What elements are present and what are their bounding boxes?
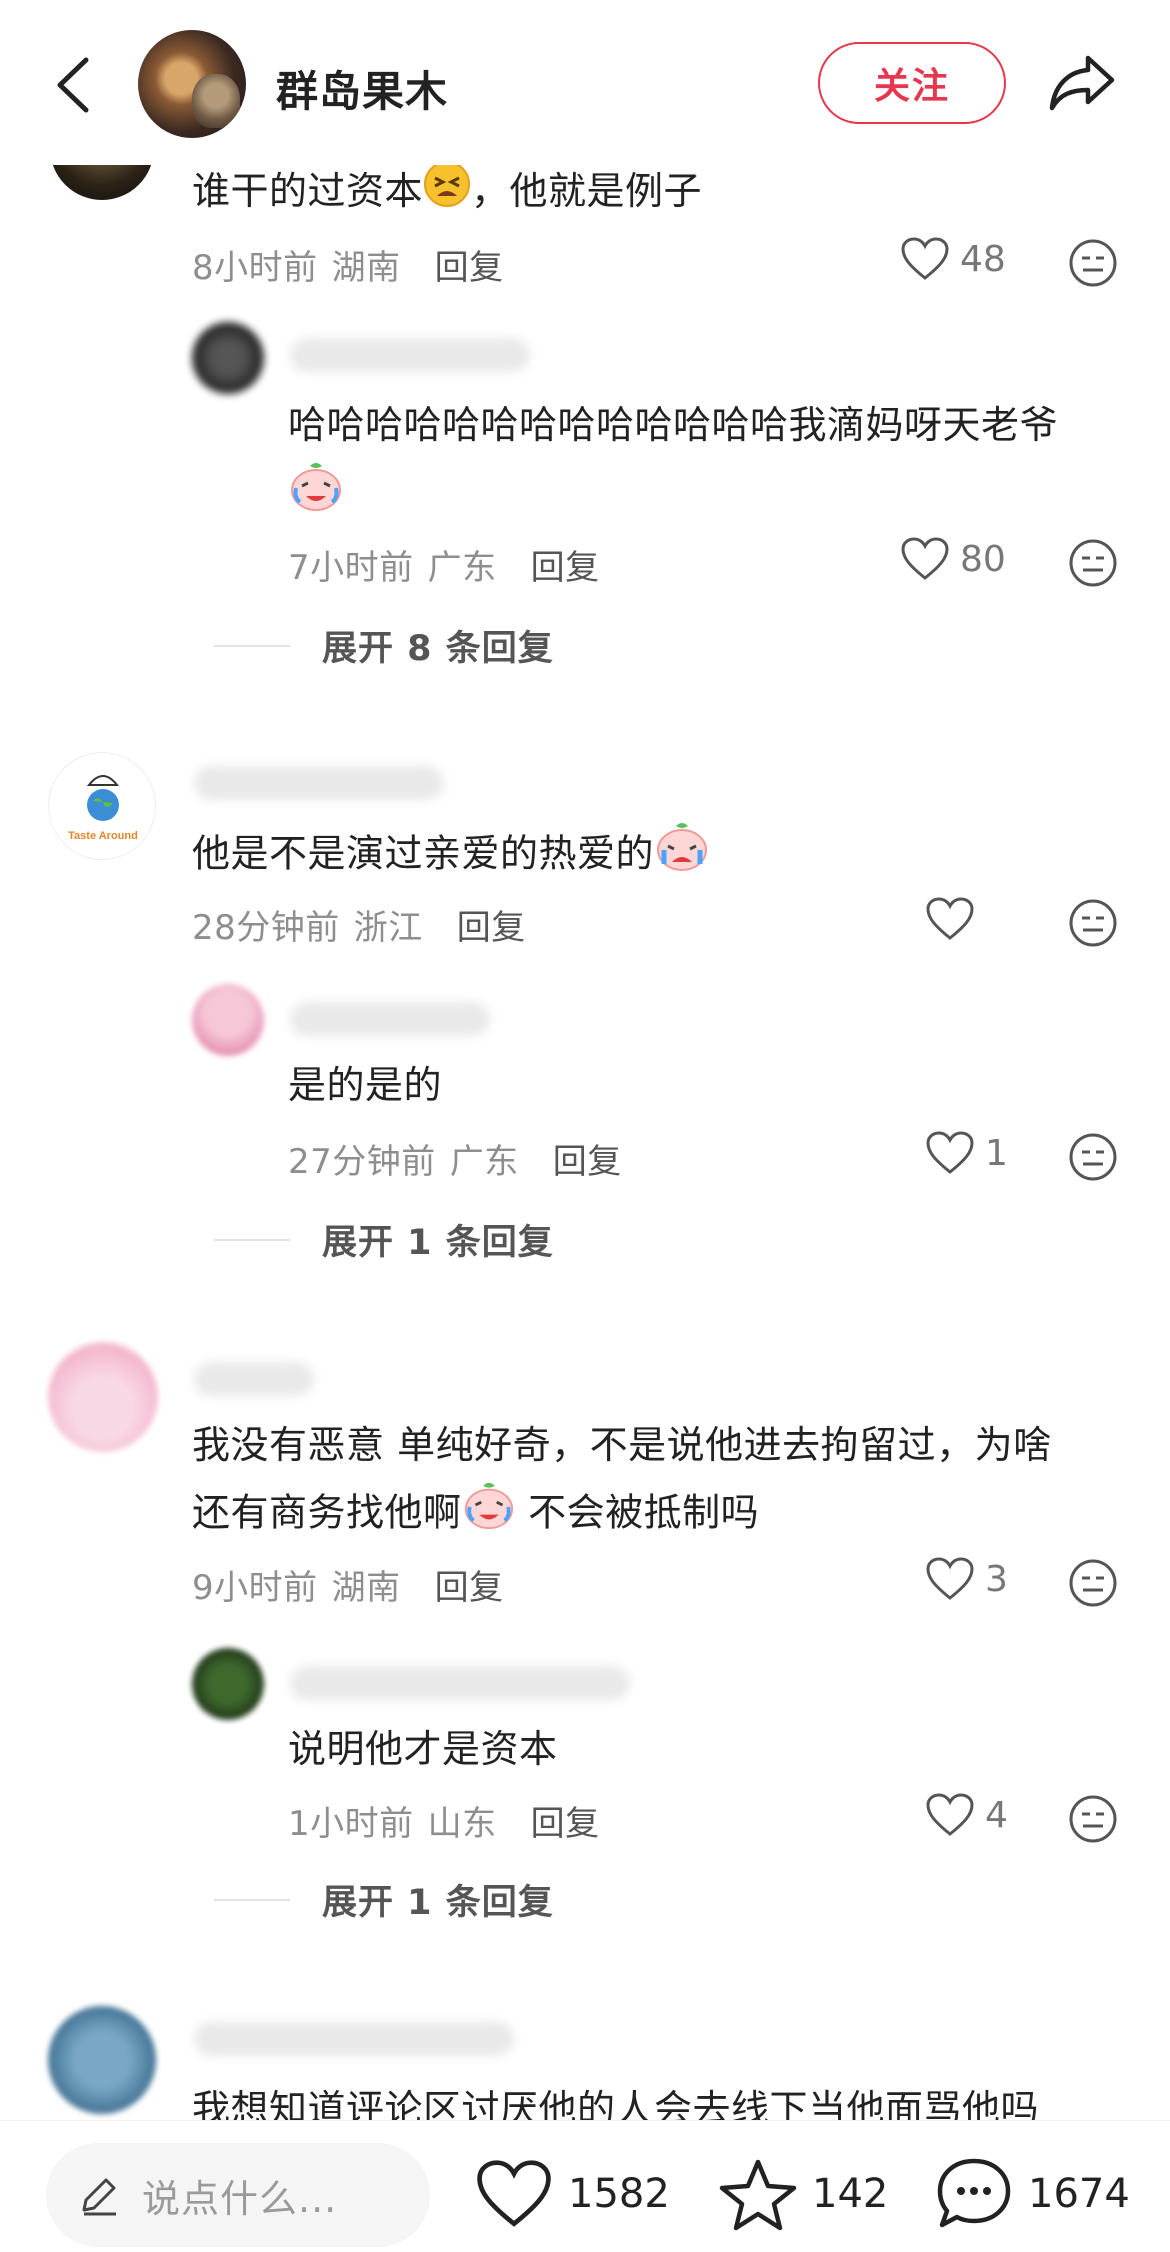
comment-text: 谁干的过资本 ，他就是例子 bbox=[192, 158, 702, 228]
crying-laughing-emoji bbox=[462, 1478, 516, 1552]
reply-button[interactable]: 回复 bbox=[435, 1560, 504, 1609]
reply-location: 山东 bbox=[427, 1804, 497, 1844]
reply-button[interactable]: 回复 bbox=[553, 1134, 622, 1183]
commenter-name-blurred bbox=[194, 2022, 514, 2056]
comment-location: 湖南 bbox=[331, 1568, 401, 1608]
comment-time: 9小时前 bbox=[192, 1568, 318, 1608]
reply-button[interactable]: 回复 bbox=[531, 540, 600, 589]
crying-laughing-emoji bbox=[288, 458, 344, 534]
comment-text: 他是不是演过亲爱的热爱的 bbox=[192, 818, 710, 894]
reply-button[interactable]: 回复 bbox=[457, 900, 526, 949]
reply-location: 广东 bbox=[427, 548, 497, 588]
expand-replies-button[interactable]: 展开 8 条回复 bbox=[214, 620, 554, 671]
comment-time: 8小时前 bbox=[192, 248, 318, 288]
reply-meta: 7小时前 广东 回复 bbox=[288, 540, 600, 589]
heart-icon bbox=[926, 1131, 974, 1174]
like-button[interactable]: 3 bbox=[925, 1556, 1008, 1602]
comment-location: 浙江 bbox=[353, 908, 423, 948]
comment-count-button[interactable]: 1674 bbox=[934, 2149, 1130, 2239]
comment-location: 湖南 bbox=[331, 248, 401, 288]
back-arrow-icon[interactable] bbox=[48, 50, 98, 120]
heart-icon bbox=[901, 537, 949, 580]
reply-time: 7小时前 bbox=[288, 548, 414, 588]
replier-avatar[interactable] bbox=[192, 322, 264, 394]
like-button[interactable] bbox=[925, 896, 975, 942]
emoji-reaction-icon[interactable] bbox=[1068, 1794, 1118, 1844]
emoji-reaction-icon[interactable] bbox=[1068, 898, 1118, 948]
expand-replies-button[interactable]: 展开 1 条回复 bbox=[214, 1874, 554, 1925]
like-count: 4 bbox=[985, 1794, 1008, 1836]
pencil-icon bbox=[82, 2178, 116, 2216]
crying-emoji bbox=[654, 818, 710, 894]
comment-text: 我没有恶意 单纯好奇，不是说他进去拘留过，为啥 还有商务找他啊 不会被抵制吗 bbox=[192, 1412, 1132, 1552]
bottom-action-bar: 说点什么... 1582 142 1674 bbox=[0, 2120, 1170, 2252]
reply-text: 哈哈哈哈哈哈哈哈哈哈哈哈哈我滴妈呀天老爷 bbox=[288, 392, 1128, 534]
like-count: 48 bbox=[960, 238, 1006, 280]
like-button[interactable]: 48 bbox=[900, 236, 1006, 282]
collect-button[interactable]: 142 bbox=[718, 2149, 888, 2239]
post-star-count: 142 bbox=[812, 2171, 889, 2217]
heart-icon bbox=[901, 237, 949, 280]
reply-time: 27分钟前 bbox=[288, 1142, 436, 1182]
commenter-name-blurred bbox=[194, 1362, 314, 1396]
reply-time: 1小时前 bbox=[288, 1804, 414, 1844]
heart-icon bbox=[926, 897, 974, 940]
reply-button[interactable]: 回复 bbox=[531, 1796, 600, 1845]
heart-icon bbox=[926, 1557, 974, 1600]
replier-name-blurred bbox=[290, 338, 530, 372]
replier-avatar[interactable] bbox=[192, 984, 264, 1056]
emoji-reaction-icon[interactable] bbox=[1068, 238, 1118, 288]
comment-input[interactable]: 说点什么... bbox=[46, 2143, 430, 2247]
commenter-name-blurred bbox=[194, 766, 444, 800]
comment-meta: 9小时前 湖南 回复 bbox=[192, 1560, 504, 1609]
heart-icon bbox=[926, 1793, 974, 1836]
comment-bubble-icon bbox=[937, 2158, 1011, 2228]
like-count: 3 bbox=[985, 1558, 1008, 1600]
reply-button[interactable]: 回复 bbox=[435, 240, 504, 289]
follow-button[interactable]: 关注 bbox=[818, 42, 1006, 124]
reply-location: 广东 bbox=[449, 1142, 519, 1182]
replier-name-blurred bbox=[290, 1002, 490, 1036]
reply-meta: 27分钟前 广东 回复 bbox=[288, 1134, 622, 1183]
author-name[interactable]: 群岛果木 bbox=[276, 58, 448, 119]
like-count: 1 bbox=[985, 1132, 1008, 1174]
reply-meta: 1小时前 山东 回复 bbox=[288, 1796, 600, 1845]
replier-name-blurred bbox=[290, 1666, 630, 1700]
like-post-button[interactable]: 1582 bbox=[474, 2149, 670, 2239]
emoji-reaction-icon[interactable] bbox=[1068, 538, 1118, 588]
star-icon bbox=[719, 2159, 797, 2231]
reply-text: 是的是的 bbox=[288, 1063, 443, 1107]
like-button[interactable]: 1 bbox=[925, 1130, 1008, 1176]
comment-list: 谁干的过资本 ，他就是例子 8小时前 湖南 回复 48 哈哈哈哈哈哈哈哈哈哈哈哈… bbox=[0, 0, 1170, 2120]
logo-text: Taste Around bbox=[68, 830, 138, 842]
input-placeholder: 说点什么... bbox=[142, 2176, 338, 2221]
tired-face-emoji bbox=[423, 160, 471, 228]
post-like-count: 1582 bbox=[568, 2171, 670, 2217]
expand-replies-button[interactable]: 展开 1 条回复 bbox=[214, 1214, 554, 1265]
emoji-reaction-icon[interactable] bbox=[1068, 1132, 1118, 1182]
replier-avatar[interactable] bbox=[192, 1648, 264, 1720]
heart-icon bbox=[477, 2160, 551, 2227]
commenter-avatar[interactable] bbox=[48, 2006, 156, 2114]
commenter-avatar[interactable] bbox=[48, 1342, 158, 1452]
author-avatar[interactable] bbox=[138, 30, 246, 138]
comment-meta: 28分钟前 浙江 回复 bbox=[192, 900, 526, 949]
post-comment-count: 1674 bbox=[1028, 2171, 1130, 2217]
like-button[interactable]: 4 bbox=[925, 1792, 1008, 1838]
top-bar: 群岛果木 关注 bbox=[0, 0, 1170, 165]
commenter-avatar[interactable]: Taste Around bbox=[48, 752, 156, 860]
comment-time: 28分钟前 bbox=[192, 908, 340, 948]
like-count: 80 bbox=[960, 538, 1006, 580]
like-button[interactable]: 80 bbox=[900, 536, 1006, 582]
comment-meta: 8小时前 湖南 回复 bbox=[192, 240, 504, 289]
reply-text: 说明他才是资本 bbox=[288, 1727, 558, 1771]
comment-text: 我想知道评论区讨厌他的人会去线下当他面骂他吗 bbox=[192, 2087, 1040, 2120]
share-icon[interactable] bbox=[1046, 50, 1118, 116]
emoji-reaction-icon[interactable] bbox=[1068, 1558, 1118, 1608]
